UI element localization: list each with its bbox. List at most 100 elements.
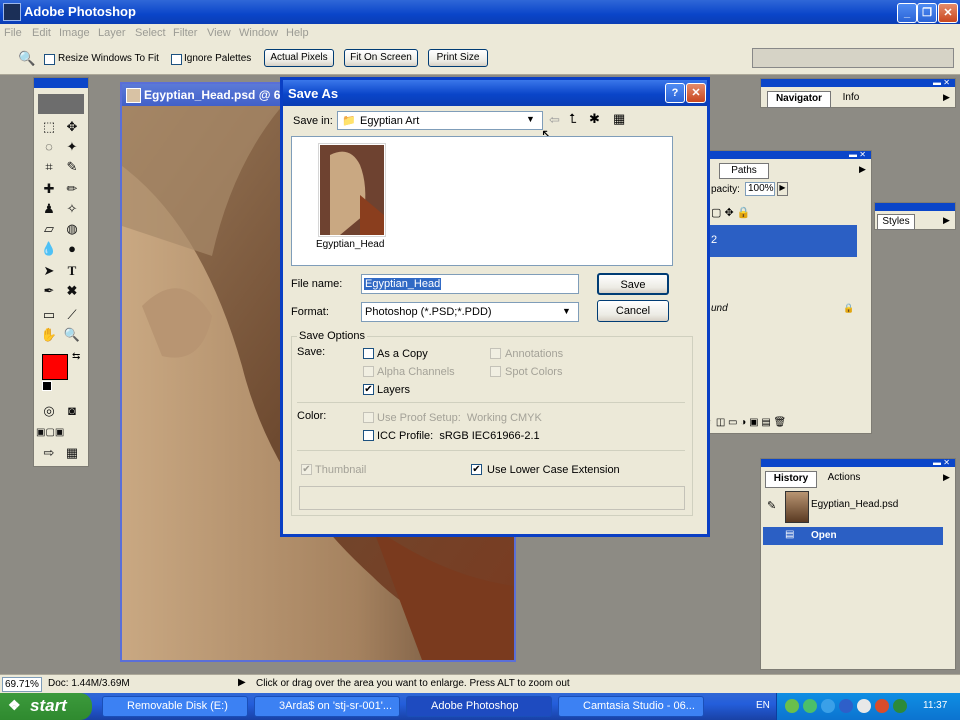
type-tool-icon[interactable]: T xyxy=(62,262,82,280)
tray-sync-icon[interactable] xyxy=(821,699,835,713)
tab-styles[interactable]: Styles xyxy=(877,214,915,230)
new-folder-icon[interactable]: ✱ xyxy=(589,111,600,127)
blur-tool-icon[interactable]: 💧 xyxy=(39,240,59,258)
eraser-tool-icon[interactable]: ▱ xyxy=(39,220,59,238)
tab-history[interactable]: History xyxy=(765,471,817,488)
toolbox-header[interactable] xyxy=(34,78,88,88)
imageready-icon[interactable]: ▦ xyxy=(62,444,82,462)
notes-tool-icon[interactable]: ▭ xyxy=(39,306,59,324)
shape-tool-icon[interactable]: ✖ xyxy=(62,282,82,300)
lower-case-extension-checkbox[interactable]: ✔ xyxy=(471,464,482,475)
dialog-close-icon[interactable]: ✕ xyxy=(686,83,706,103)
swap-colors-icon[interactable]: ⇆ xyxy=(72,351,80,362)
layers-palette-close-icon[interactable]: ▬ ✕ xyxy=(849,150,866,159)
menu-view[interactable]: View xyxy=(207,27,231,39)
restore-icon[interactable]: ❐ xyxy=(917,3,937,23)
annotations-checkbox[interactable] xyxy=(490,348,501,359)
menu-edit[interactable]: Edit xyxy=(32,27,51,39)
minimize-icon[interactable]: _ xyxy=(897,3,917,23)
healing-brush-icon[interactable]: ✚ xyxy=(39,180,59,198)
history-palette-header[interactable] xyxy=(761,459,955,467)
icc-profile-checkbox[interactable] xyxy=(363,430,374,441)
help-icon[interactable]: ? xyxy=(665,83,685,103)
zoom-tool-box-icon[interactable]: 🔍 xyxy=(62,326,82,344)
path-select-icon[interactable]: ➤ xyxy=(39,262,59,280)
default-colors-icon[interactable] xyxy=(42,381,52,391)
styles-palette-header[interactable] xyxy=(875,203,955,211)
tray-monitor-icon[interactable] xyxy=(893,699,907,713)
layer-row-selected[interactable]: 2 xyxy=(709,225,857,257)
alpha-channels-checkbox[interactable] xyxy=(363,366,374,377)
spot-colors-checkbox[interactable] xyxy=(490,366,501,377)
move-tool-icon[interactable]: ✥ xyxy=(62,118,82,136)
tab-paths[interactable]: Paths xyxy=(719,163,769,179)
task-adobe-photoshop[interactable]: Adobe Photoshop xyxy=(406,696,552,717)
eyedropper-icon[interactable]: ⟋ xyxy=(62,306,82,324)
menu-help[interactable]: Help xyxy=(286,27,309,39)
layers-palette-header[interactable] xyxy=(707,151,871,159)
tray-network-icon[interactable] xyxy=(803,699,817,713)
menu-file[interactable]: File xyxy=(4,27,22,39)
stamp-tool-icon[interactable]: ♟ xyxy=(39,200,59,218)
app-title-bar[interactable]: Adobe Photoshop _ ❐ ✕ xyxy=(0,0,960,24)
layer-row-background[interactable]: und 🔒 xyxy=(709,293,857,325)
jump-to-imageready-icon[interactable]: ⇨ xyxy=(39,444,59,462)
brush-tool-icon[interactable]: ✏ xyxy=(62,180,82,198)
styles-menu-icon[interactable]: ▶ xyxy=(943,215,950,226)
file-item-egyptian-head[interactable] xyxy=(318,143,386,237)
history-state-open[interactable]: ▤ Open xyxy=(763,527,943,545)
history-brush-icon[interactable]: ✧ xyxy=(62,200,82,218)
layer-row[interactable] xyxy=(709,259,857,291)
menu-layer[interactable]: Layer xyxy=(98,27,126,39)
task-removable-disk[interactable]: Removable Disk (E:) xyxy=(102,696,248,717)
zoom-level-input[interactable]: 69.71% xyxy=(2,677,42,692)
format-select[interactable]: Photoshop (*.PSD;*.PDD) ▼ xyxy=(361,302,579,322)
tray-volume-icon[interactable] xyxy=(857,699,871,713)
menu-select[interactable]: Select xyxy=(135,27,166,39)
format-chevron-down-icon[interactable]: ▼ xyxy=(562,306,571,316)
pen-tool-icon[interactable]: ✒ xyxy=(39,282,59,300)
save-in-select[interactable]: 📁 Egyptian Art ▼ xyxy=(337,111,543,130)
magic-wand-icon[interactable]: ✦ xyxy=(62,138,82,156)
lock-icons[interactable]: ▢ ✥ 🔒 xyxy=(711,206,750,219)
chevron-down-icon[interactable]: ▼ xyxy=(526,114,535,124)
actual-pixels-button[interactable]: Actual Pixels xyxy=(264,49,334,67)
close-icon[interactable]: ✕ xyxy=(938,3,958,23)
resize-windows-checkbox[interactable] xyxy=(44,54,55,65)
opacity-input[interactable]: 100% xyxy=(745,182,775,196)
tab-info[interactable]: Info xyxy=(831,91,871,106)
menu-window[interactable]: Window xyxy=(239,27,278,39)
history-palette-close-icon[interactable]: ▬ ✕ xyxy=(933,458,950,467)
marquee-tool-icon[interactable]: ⬚ xyxy=(39,118,59,136)
menu-filter[interactable]: Filter xyxy=(173,27,197,39)
save-button[interactable]: Save xyxy=(597,273,669,295)
layers-checkbox[interactable]: ✔ xyxy=(363,384,374,395)
quick-mask-icon[interactable]: ◙ xyxy=(62,402,82,420)
dodge-tool-icon[interactable]: ● xyxy=(62,240,82,258)
crop-tool-icon[interactable]: ⌗ xyxy=(39,158,59,176)
paint-bucket-icon[interactable]: ◍ xyxy=(62,220,82,238)
navigator-palette-header[interactable] xyxy=(761,79,955,87)
fit-on-screen-button[interactable]: Fit On Screen xyxy=(344,49,418,67)
adobe-online-icon[interactable] xyxy=(38,94,84,114)
screen-mode-icons[interactable]: ▣▢▣ xyxy=(36,424,64,442)
palette-well[interactable] xyxy=(752,48,954,68)
tray-app-icon[interactable] xyxy=(785,699,799,713)
lasso-tool-icon[interactable]: ◌ xyxy=(39,138,59,156)
ignore-palettes-checkbox[interactable] xyxy=(171,54,182,65)
layers-bottom-toolbar[interactable]: ◐ ◫ ▭ ◑ ▣ ▤ 🗑 xyxy=(707,417,867,431)
task-camtasia-studio[interactable]: Camtasia Studio - 06... xyxy=(558,696,704,717)
history-brush-source-icon[interactable]: ✎ xyxy=(767,499,776,512)
task-network-folder[interactable]: 3Arda$ on 'stj-sr-001'... xyxy=(254,696,400,717)
menu-image[interactable]: Image xyxy=(59,27,90,39)
history-snapshot-row[interactable]: ✎ Egyptian_Head.psd xyxy=(763,489,943,523)
thumbnail-checkbox[interactable]: ✔ xyxy=(301,464,312,475)
start-button[interactable]: ❖ start xyxy=(0,693,92,720)
language-indicator[interactable]: EN xyxy=(756,700,770,711)
history-menu-icon[interactable]: ▶ xyxy=(943,472,950,483)
cancel-button[interactable]: Cancel xyxy=(597,300,669,322)
status-arrow-icon[interactable]: ▶ xyxy=(238,677,246,688)
foreground-color-swatch[interactable] xyxy=(42,354,68,380)
standard-mode-icon[interactable]: ◎ xyxy=(39,402,59,420)
palette-minimize-icon[interactable]: ▬ ✕ xyxy=(933,78,950,87)
